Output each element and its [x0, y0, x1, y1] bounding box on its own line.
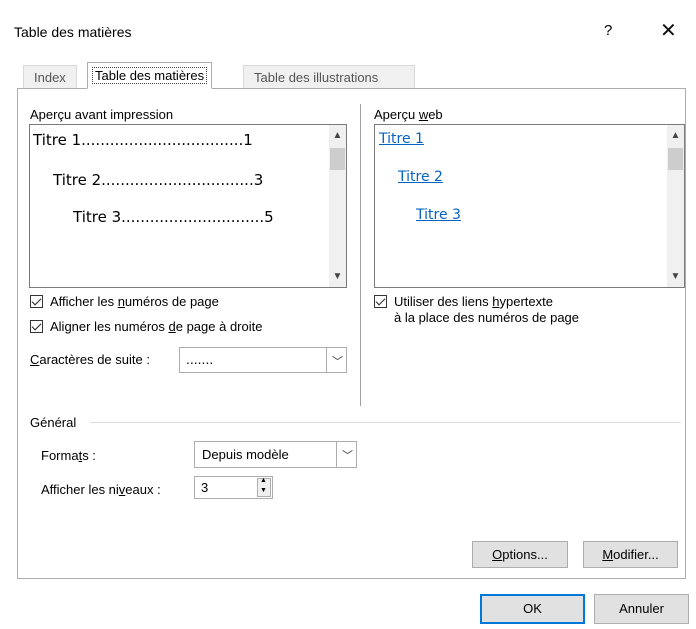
tab-table-des-matieres[interactable]: Table des matières [87, 62, 213, 89]
show-page-numbers-checkbox[interactable] [30, 295, 43, 308]
preview-line-1: Titre 1.................................… [33, 131, 253, 149]
scroll-up-icon[interactable]: ▲ [329, 130, 346, 141]
use-hyperlinks-label[interactable]: Utiliser des liens hypertexte à la place… [394, 294, 579, 326]
scroll-down-icon[interactable]: ▼ [667, 271, 684, 282]
levels-spinner[interactable]: 3 ▲ ▼ [194, 476, 273, 499]
scroll-up-icon[interactable]: ▲ [667, 130, 684, 141]
spin-up-icon[interactable]: ▲ [260, 477, 267, 484]
modify-button[interactable]: Modifier... [583, 541, 678, 568]
web-preview-box[interactable]: Titre 1 Titre 2 Titre 3 ▲ ▼ [374, 124, 685, 288]
help-button[interactable]: ? [604, 22, 612, 39]
preview-line-2: Titre 2................................3 [53, 171, 264, 189]
spin-down-icon[interactable]: ▼ [260, 487, 267, 494]
preview-line-3: Titre 3..............................5 [73, 208, 274, 226]
scroll-thumb[interactable] [668, 148, 683, 170]
levels-spin-buttons[interactable]: ▲ ▼ [257, 477, 271, 497]
web-link-titre-3[interactable]: Titre 3 [416, 207, 461, 223]
cancel-button[interactable]: Annuler [594, 594, 689, 624]
web-link-titre-2[interactable]: Titre 2 [398, 169, 443, 185]
levels-label: Afficher les niveaux : [41, 482, 161, 497]
print-preview-label: Aperçu avant impression [30, 107, 174, 122]
use-hyperlinks-checkbox[interactable] [374, 295, 387, 308]
ok-button[interactable]: OK [480, 594, 585, 624]
general-heading: Général [30, 415, 77, 430]
levels-value: 3 [201, 480, 209, 495]
formats-dropdown-button[interactable]: ﹀ [336, 442, 356, 467]
show-page-numbers-label[interactable]: Afficher les numéros de page [50, 294, 219, 309]
web-preview-label: Aperçu web [374, 107, 443, 122]
formats-combobox[interactable]: Depuis modèle ﹀ [194, 441, 357, 468]
leader-combobox[interactable]: ....... ﹀ [179, 347, 347, 373]
scroll-thumb[interactable] [330, 148, 345, 170]
web-preview-scrollbar[interactable]: ▲ ▼ [667, 125, 684, 287]
section-divider [360, 104, 361, 406]
align-right-label[interactable]: Aligner les numéros de page à droite [50, 319, 262, 334]
options-button[interactable]: Options... [472, 541, 568, 568]
print-preview-box[interactable]: Titre 1.................................… [29, 124, 347, 288]
print-preview-scrollbar[interactable]: ▲ ▼ [329, 125, 346, 287]
chevron-down-icon: ﹀ [342, 450, 353, 462]
chevron-down-icon: ﹀ [332, 356, 343, 368]
close-button[interactable]: ✕ [660, 18, 677, 43]
tab-index[interactable]: Index [23, 65, 77, 89]
dialog-title: Table des matières [14, 24, 132, 40]
formats-value: Depuis modèle [202, 447, 289, 462]
leader-dropdown-button[interactable]: ﹀ [326, 348, 346, 372]
tab-label: Table des matières [92, 67, 208, 84]
scroll-down-icon[interactable]: ▼ [329, 271, 346, 282]
leader-label: Caractères de suite : [30, 352, 150, 367]
align-right-checkbox[interactable] [30, 320, 43, 333]
leader-value: ....... [186, 351, 214, 367]
web-link-titre-1[interactable]: Titre 1 [379, 131, 424, 147]
formats-label: Formats : [41, 448, 96, 463]
tab-table-des-illustrations[interactable]: Table des illustrations [243, 65, 415, 89]
general-divider [90, 422, 681, 423]
